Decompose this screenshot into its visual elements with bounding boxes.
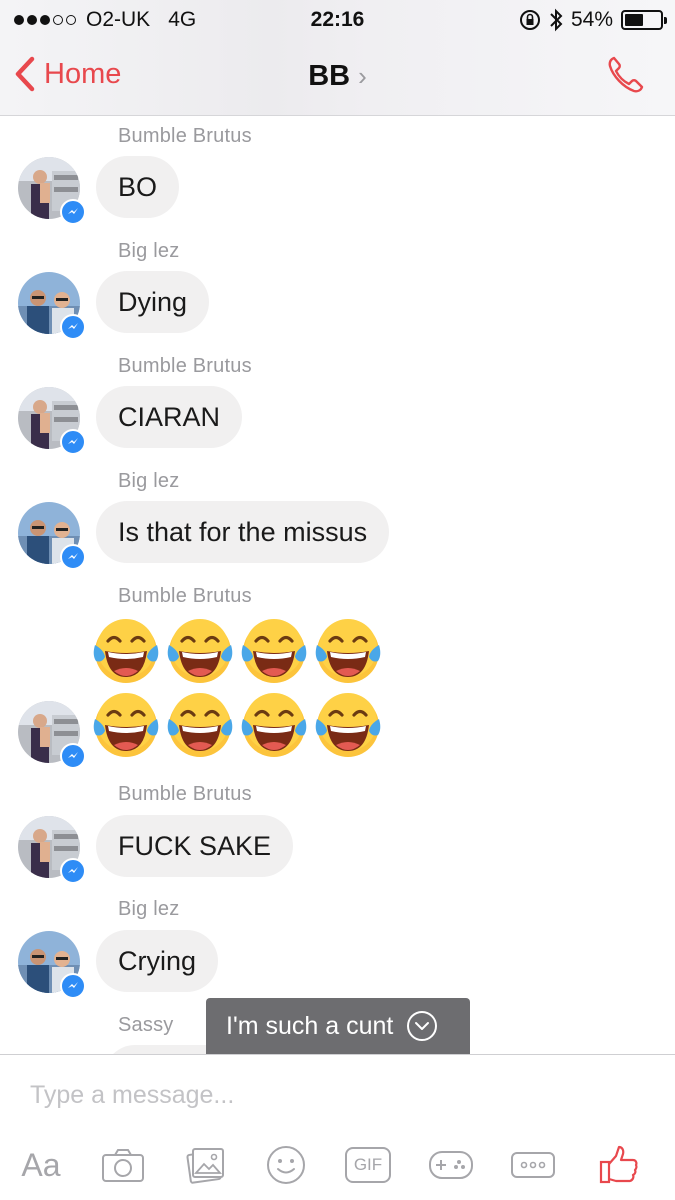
gamepad-icon [429, 1151, 473, 1179]
battery-icon [621, 10, 667, 30]
messenger-badge-icon [60, 314, 86, 340]
navigation-bar: Home BB › [0, 44, 675, 110]
face-with-tears-of-joy-emoji [315, 693, 381, 757]
status-bar: O2-UK 4G 22:16 54% [0, 0, 675, 40]
gallery-button[interactable] [184, 1137, 228, 1193]
sender-name: Bumble Brutus [118, 783, 252, 805]
avatar-bumble-brutus[interactable] [18, 157, 86, 225]
sender-name: Big lez [118, 898, 180, 920]
message-input[interactable]: Type a message... [30, 1081, 234, 1110]
gif-label: GIF [353, 1155, 383, 1174]
chevron-right-icon: › [358, 61, 367, 91]
face-with-tears-of-joy-emoji [167, 693, 233, 757]
sender-name: Big lez [118, 240, 180, 262]
conversation-name: BB [308, 60, 351, 92]
more-button[interactable] [510, 1137, 556, 1193]
like-button[interactable] [596, 1137, 642, 1193]
messenger-badge-icon [60, 973, 86, 999]
messenger-badge-icon [60, 858, 86, 884]
message-bubble[interactable]: CIARAN [96, 386, 243, 448]
more-options-icon [511, 1152, 555, 1178]
top-bar: O2-UK 4G 22:16 54% Home BB › [0, 0, 675, 116]
sender-name: Sassy [118, 1014, 174, 1036]
avatar-big-lez[interactable] [18, 502, 86, 570]
sender-name: Big lez [118, 470, 180, 492]
composer-toolbar: Aa GIF [0, 1137, 675, 1197]
message-bubble[interactable]: Crying [96, 930, 219, 992]
face-with-tears-of-joy-emoji [241, 693, 307, 757]
sender-name: Bumble Brutus [118, 585, 252, 607]
sender-name: Bumble Brutus [118, 125, 252, 147]
messenger-badge-icon [60, 743, 86, 769]
face-with-tears-of-joy-emoji [93, 619, 159, 683]
bluetooth-icon [550, 8, 563, 32]
face-with-tears-of-joy-emoji [315, 619, 381, 683]
battery-percent: 54% [570, 8, 613, 31]
face-with-tears-of-joy-emoji [167, 619, 233, 683]
sender-name: Bumble Brutus [118, 355, 252, 377]
messenger-badge-icon [60, 429, 86, 455]
photos-icon [186, 1148, 224, 1184]
text-format-button[interactable]: Aa [16, 1137, 66, 1193]
conversation-title[interactable]: BB › [0, 60, 675, 93]
phone-call-icon[interactable] [605, 54, 647, 96]
new-message-toast[interactable]: I'm such a cunt [206, 998, 470, 1054]
games-button[interactable] [428, 1137, 474, 1193]
message-bubble[interactable]: FUCK SAKE [96, 815, 294, 877]
messenger-badge-icon [60, 544, 86, 570]
chevron-down-icon [407, 1011, 438, 1041]
avatar-bumble-brutus[interactable] [18, 816, 86, 884]
face-with-tears-of-joy-emoji [241, 619, 307, 683]
camera-icon [102, 1149, 144, 1182]
avatar-bumble-brutus[interactable] [18, 701, 86, 769]
composer: Type a message... Aa GIF [0, 1054, 675, 1200]
avatar-big-lez[interactable] [18, 272, 86, 340]
avatar-bumble-brutus[interactable] [18, 387, 86, 455]
gif-button[interactable]: GIF [344, 1137, 392, 1193]
emoji-message[interactable] [90, 615, 386, 761]
orientation-lock-icon [519, 10, 540, 30]
gif-icon: GIF [345, 1147, 391, 1183]
toast-text: I'm such a cunt [226, 1011, 394, 1040]
face-with-tears-of-joy-emoji [93, 693, 159, 757]
messenger-badge-icon [60, 199, 86, 225]
camera-button[interactable] [100, 1137, 146, 1193]
smiley-icon [267, 1146, 305, 1184]
avatar-big-lez[interactable] [18, 931, 86, 999]
message-thread[interactable]: Bumble Brutus BO Big lez Dying Bumble Br… [0, 117, 675, 1054]
message-bubble[interactable]: Dying [96, 271, 210, 333]
thumbs-up-icon [599, 1145, 638, 1184]
message-bubble[interactable]: Is that for the missus [96, 501, 390, 563]
message-bubble[interactable]: BO [96, 156, 180, 218]
emoji-button[interactable] [264, 1137, 308, 1193]
aa-label: Aa [21, 1146, 61, 1183]
